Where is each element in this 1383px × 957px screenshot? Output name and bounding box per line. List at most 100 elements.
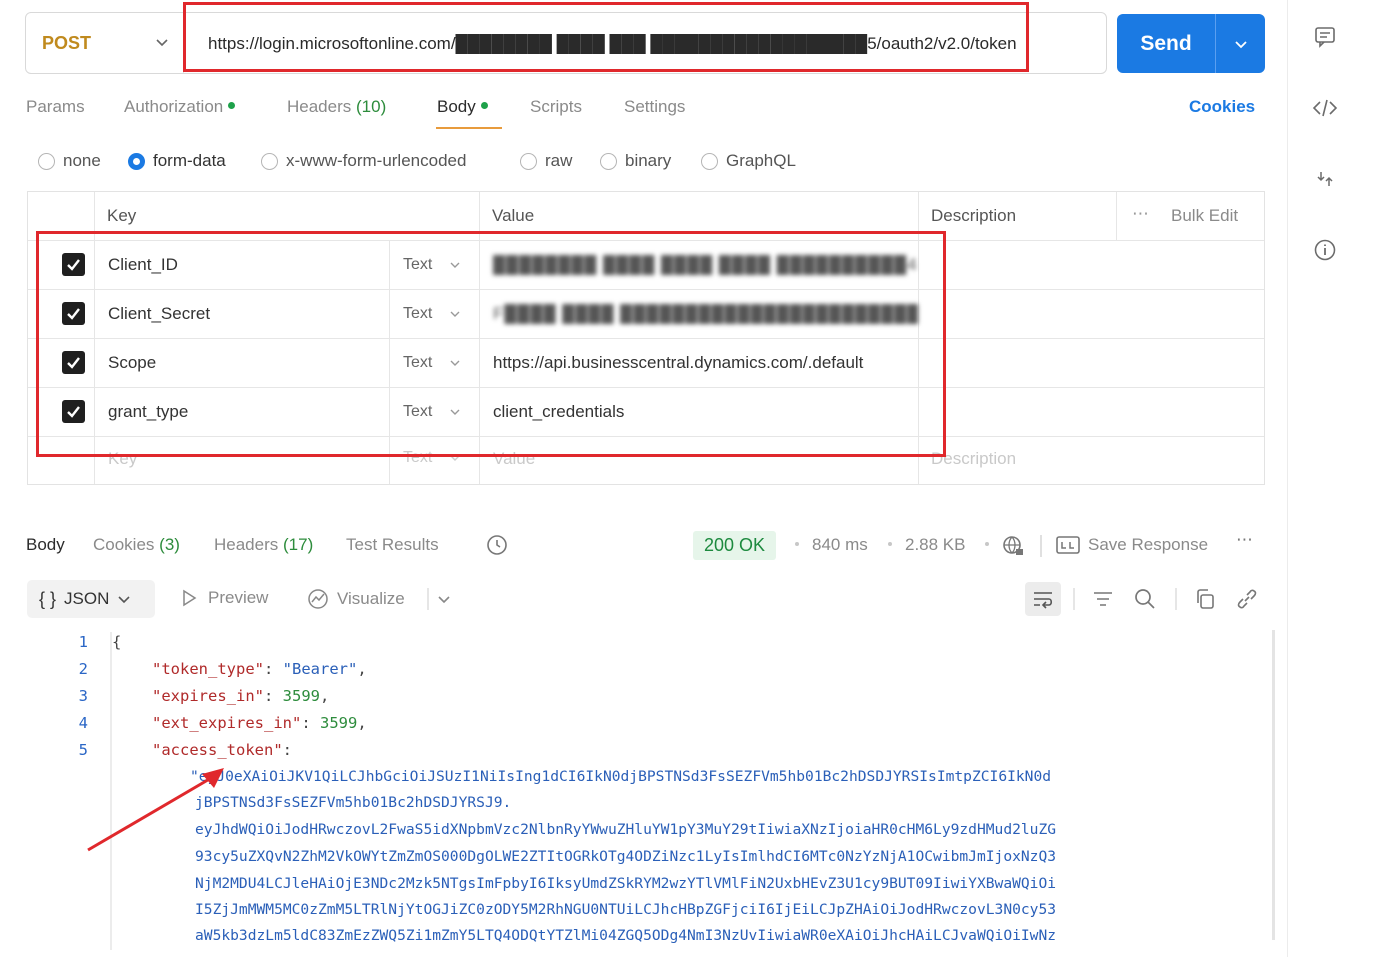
tab-settings[interactable]: Settings — [624, 97, 685, 117]
globe-lock-icon[interactable] — [1000, 533, 1026, 559]
json-open-brace: { — [112, 633, 122, 651]
related-collections-icon[interactable] — [1312, 166, 1338, 192]
json-string-value: "Bearer" — [282, 660, 358, 678]
bulk-edit-button[interactable]: Bulk Edit — [1171, 206, 1238, 226]
send-options-dropdown[interactable] — [1216, 37, 1265, 51]
line-number: 3 — [78, 687, 88, 705]
tab-headers-label: Headers — [287, 97, 352, 116]
status-dot — [228, 102, 236, 110]
divider — [1116, 192, 1117, 241]
response-tab-body[interactable]: Body — [26, 535, 65, 555]
tab-headers[interactable]: Headers (10) — [287, 97, 386, 117]
json-line: "ext_expires_in": 3599, — [152, 714, 367, 732]
radio-circle — [701, 152, 718, 170]
tab-body[interactable]: Body — [437, 97, 488, 117]
radio-x-www-form-urlencoded[interactable]: x-www-form-urlencoded — [261, 151, 466, 171]
chevron-down-icon — [118, 596, 130, 604]
access-token-line: 93cy5uZXQvN2ZhM2VkOWYtZmZmOS000DgOLWE2ZT… — [195, 848, 1057, 865]
json-number-value: 3599 — [319, 714, 358, 732]
visualize-label: Visualize — [337, 589, 405, 608]
copy-icon[interactable] — [1191, 586, 1219, 612]
line-number: 5 — [78, 741, 88, 759]
json-key: "access_token" — [152, 741, 283, 759]
json-number-value: 3599 — [282, 687, 320, 705]
cookies-link[interactable]: Cookies — [1189, 97, 1255, 117]
cookies-count: (3) — [159, 535, 180, 554]
param-key[interactable]: Client_ID — [108, 255, 178, 275]
row-checkbox[interactable] — [62, 253, 85, 276]
param-type-select[interactable]: Text — [403, 256, 460, 274]
format-select[interactable]: { } JSON — [27, 580, 155, 618]
link-icon[interactable] — [1233, 586, 1261, 612]
json-line: "token_type": "Bearer", — [152, 660, 367, 678]
access-token-line: "eyJ0eXAiOiJKV1QiLCJhbGciOiJSUzI1NiIsIng… — [190, 768, 1052, 785]
row-checkbox[interactable] — [62, 351, 85, 374]
url-input[interactable] — [208, 31, 1038, 57]
new-value-input[interactable]: Value — [493, 449, 918, 469]
response-tab-cookies[interactable]: Cookies (3) — [93, 535, 180, 555]
code-scrollbar[interactable] — [1272, 630, 1275, 940]
visualize-button[interactable]: Visualize — [307, 588, 405, 610]
wrap-lines-icon[interactable] — [1025, 582, 1061, 616]
row-checkbox[interactable] — [62, 302, 85, 325]
more-options-icon[interactable]: ⋯ — [1236, 530, 1253, 550]
param-value[interactable]: F████ ████ ███████████████████████BS... — [493, 304, 918, 324]
radio-none[interactable]: none — [38, 151, 101, 171]
param-value[interactable]: https://api.businesscentral.dynamics.com… — [493, 353, 918, 373]
braces-icon: { } — [39, 588, 57, 609]
send-button-label: Send — [1140, 31, 1192, 55]
info-icon[interactable] — [1312, 237, 1338, 263]
row-checkbox[interactable] — [62, 400, 85, 423]
param-key[interactable]: Client_Secret — [108, 304, 210, 324]
method-label: POST — [42, 32, 92, 53]
json-key: "expires_in" — [152, 687, 264, 705]
preview-button[interactable]: Preview — [180, 588, 268, 608]
response-tab-headers[interactable]: Headers (17) — [214, 535, 313, 555]
search-icon[interactable] — [1131, 586, 1159, 612]
access-token-line: jBPSTNSd3FsSEZFVm5hb01Bc2hDSDJYRSJ9. — [195, 794, 512, 811]
param-key[interactable]: grant_type — [108, 402, 188, 422]
new-type-select[interactable]: Text — [403, 449, 460, 467]
filter-icon[interactable] — [1090, 587, 1116, 611]
table-row: grant_type Text client_credentials — [28, 388, 1264, 437]
param-value[interactable]: ████████ ████ ████ ████ ██████████455 — [493, 255, 918, 275]
new-description-input[interactable]: Description — [931, 449, 1231, 469]
tab-params[interactable]: Params — [26, 97, 85, 117]
param-type-select[interactable]: Text — [403, 305, 460, 323]
check-icon — [67, 259, 80, 271]
save-response-button[interactable]: Save Response — [1056, 535, 1208, 555]
play-icon — [183, 589, 197, 607]
send-button[interactable]: Send — [1117, 14, 1265, 73]
chevron-down-icon[interactable] — [435, 590, 453, 608]
chevron-down-icon — [156, 39, 168, 47]
radio-binary[interactable]: binary — [600, 151, 671, 171]
param-type-select[interactable]: Text — [403, 354, 460, 372]
response-tab-test-results[interactable]: Test Results — [346, 535, 439, 555]
line-number: 1 — [78, 633, 88, 651]
radio-form-data[interactable]: form-data — [128, 151, 226, 171]
radio-label: none — [63, 151, 101, 170]
line-number: 4 — [78, 714, 88, 732]
comments-icon[interactable] — [1312, 24, 1338, 50]
response-tab-headers-label: Headers — [214, 535, 279, 554]
new-key-input[interactable]: Key — [108, 449, 137, 469]
json-key: "ext_expires_in" — [152, 714, 302, 732]
radio-raw[interactable]: raw — [520, 151, 572, 171]
param-type-select[interactable]: Text — [403, 403, 460, 421]
method-select[interactable]: POST — [26, 13, 184, 73]
tab-scripts[interactable]: Scripts — [530, 97, 582, 117]
visualize-icon — [308, 589, 328, 609]
code-icon[interactable] — [1312, 95, 1338, 121]
table-row: Scope Text https://api.businesscentral.d… — [28, 339, 1264, 388]
more-options-icon[interactable]: ⋯ — [1132, 204, 1149, 224]
tab-authorization[interactable]: Authorization — [124, 97, 236, 117]
history-icon[interactable] — [484, 532, 510, 558]
param-key[interactable]: Scope — [108, 353, 156, 373]
column-header-value: Value — [492, 206, 535, 225]
table-row: Client_ID Text ████████ ████ ████ ████ █… — [28, 241, 1264, 290]
param-value[interactable]: client_credentials — [493, 402, 918, 422]
radio-label: binary — [625, 151, 672, 170]
radio-graphql[interactable]: GraphQL — [701, 151, 796, 171]
check-icon — [67, 357, 80, 369]
separator-dot — [795, 542, 799, 546]
